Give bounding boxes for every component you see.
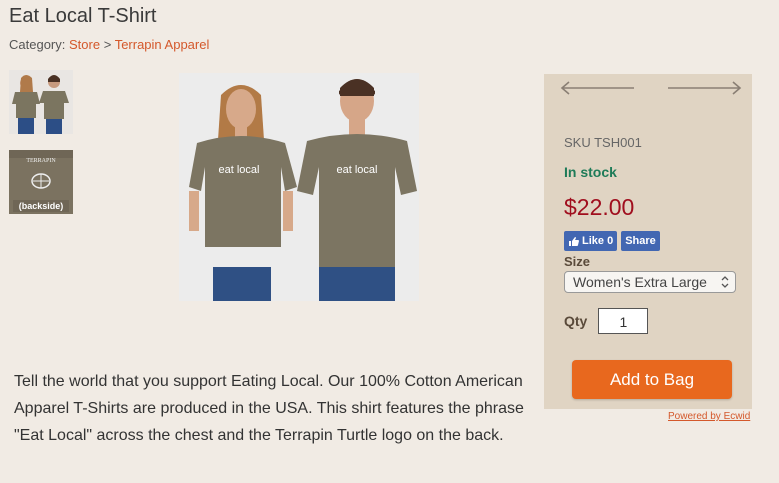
quantity-input[interactable]: 1: [598, 308, 649, 334]
shirt-print-left: eat local: [219, 164, 260, 176]
shirt-print-right: eat local: [337, 164, 378, 176]
facebook-share-label: Share: [625, 235, 656, 247]
stock-status: In stock: [564, 164, 617, 180]
purchase-panel: SKU TSH001 In stock $22.00 Like 0 Share …: [544, 74, 752, 409]
powered-by-ecwid-link[interactable]: Powered by Ecwid: [668, 411, 750, 422]
breadcrumb: Category: Store > Terrapin Apparel: [9, 37, 209, 52]
breadcrumb-separator: >: [103, 37, 112, 52]
thumbnail-front[interactable]: [9, 70, 73, 134]
facebook-like-label: Like 0: [582, 235, 614, 247]
product-nav: [544, 74, 752, 107]
qty-label: Qty: [564, 313, 588, 329]
next-product-arrow-icon[interactable]: [666, 81, 742, 100]
thumbnail-back[interactable]: TERRAPIN (backside): [9, 150, 73, 214]
sku-text: SKU TSH001: [564, 135, 642, 150]
size-select[interactable]: Women's Extra Large: [564, 271, 736, 293]
facebook-share-button[interactable]: Share: [621, 231, 660, 251]
product-description: Tell the world that you support Eating L…: [14, 373, 524, 444]
size-select-value: Women's Extra Large: [573, 274, 707, 290]
quantity-row: Qty 1: [564, 308, 732, 334]
add-to-bag-button[interactable]: Add to Bag: [572, 360, 732, 399]
svg-text:TERRAPIN: TERRAPIN: [26, 158, 56, 164]
breadcrumb-category-link[interactable]: Terrapin Apparel: [115, 37, 210, 52]
social-buttons: Like 0 Share: [564, 231, 732, 251]
thumbs-up-icon: [569, 236, 579, 246]
product-title: Eat Local T-Shirt: [9, 5, 157, 27]
previous-product-arrow-icon[interactable]: [560, 81, 636, 100]
select-arrows-icon: [721, 276, 729, 288]
facebook-like-button[interactable]: Like 0: [564, 231, 618, 251]
size-label: Size: [564, 254, 591, 269]
category-label: Category:: [9, 37, 66, 52]
price: $22.00: [564, 194, 635, 220]
backside-label: (backside): [19, 201, 64, 211]
product-main-image[interactable]: eat local eat local: [179, 73, 419, 301]
breadcrumb-store-link[interactable]: Store: [69, 37, 100, 52]
